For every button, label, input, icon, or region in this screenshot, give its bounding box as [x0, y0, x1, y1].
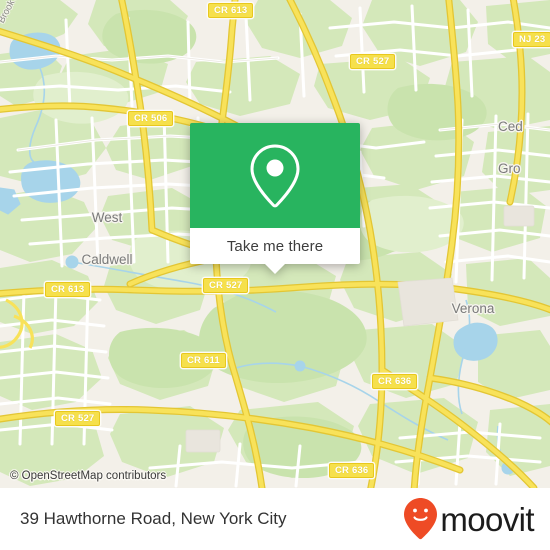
- route-shield-nj23[interactable]: NJ 23: [513, 32, 550, 47]
- route-shield-cr506[interactable]: CR 506: [128, 111, 174, 126]
- popup-tail: [264, 263, 286, 274]
- map-pin-icon: [250, 143, 300, 207]
- route-shield-cr636-mid[interactable]: CR 636: [372, 374, 418, 389]
- moovit-smiley-pin-icon: [404, 498, 438, 540]
- route-shield-cr527-mid[interactable]: CR 527: [203, 278, 249, 293]
- route-shield-cr527-north[interactable]: CR 527: [350, 54, 396, 69]
- map-canvas[interactable]: West Caldwell Verona Ced Gro Brook Ave C…: [0, 0, 550, 488]
- location-popup[interactable]: Take me there: [190, 123, 360, 274]
- map-attribution: © OpenStreetMap contributors: [10, 470, 167, 482]
- route-shield-cr613-west[interactable]: CR 613: [45, 282, 91, 297]
- address-label: 39 Hawthorne Road, New York City: [20, 509, 287, 528]
- route-shield-cr636-south[interactable]: CR 636: [329, 463, 375, 478]
- popup-footer[interactable]: Take me there: [190, 228, 360, 274]
- route-shield-cr613-north[interactable]: CR 613: [208, 3, 254, 18]
- footer-bar: 39 Hawthorne Road, New York City moovit: [0, 488, 550, 550]
- route-shield-cr611[interactable]: CR 611: [181, 353, 226, 368]
- moovit-map-screenshot: West Caldwell Verona Ced Gro Brook Ave C…: [0, 0, 550, 550]
- moovit-logo[interactable]: moovit: [404, 498, 535, 540]
- take-me-there-label: Take me there: [226, 237, 324, 255]
- moovit-wordmark: moovit: [440, 500, 534, 538]
- popup-header: [190, 123, 360, 228]
- route-shield-cr527-south[interactable]: CR 527: [55, 411, 101, 426]
